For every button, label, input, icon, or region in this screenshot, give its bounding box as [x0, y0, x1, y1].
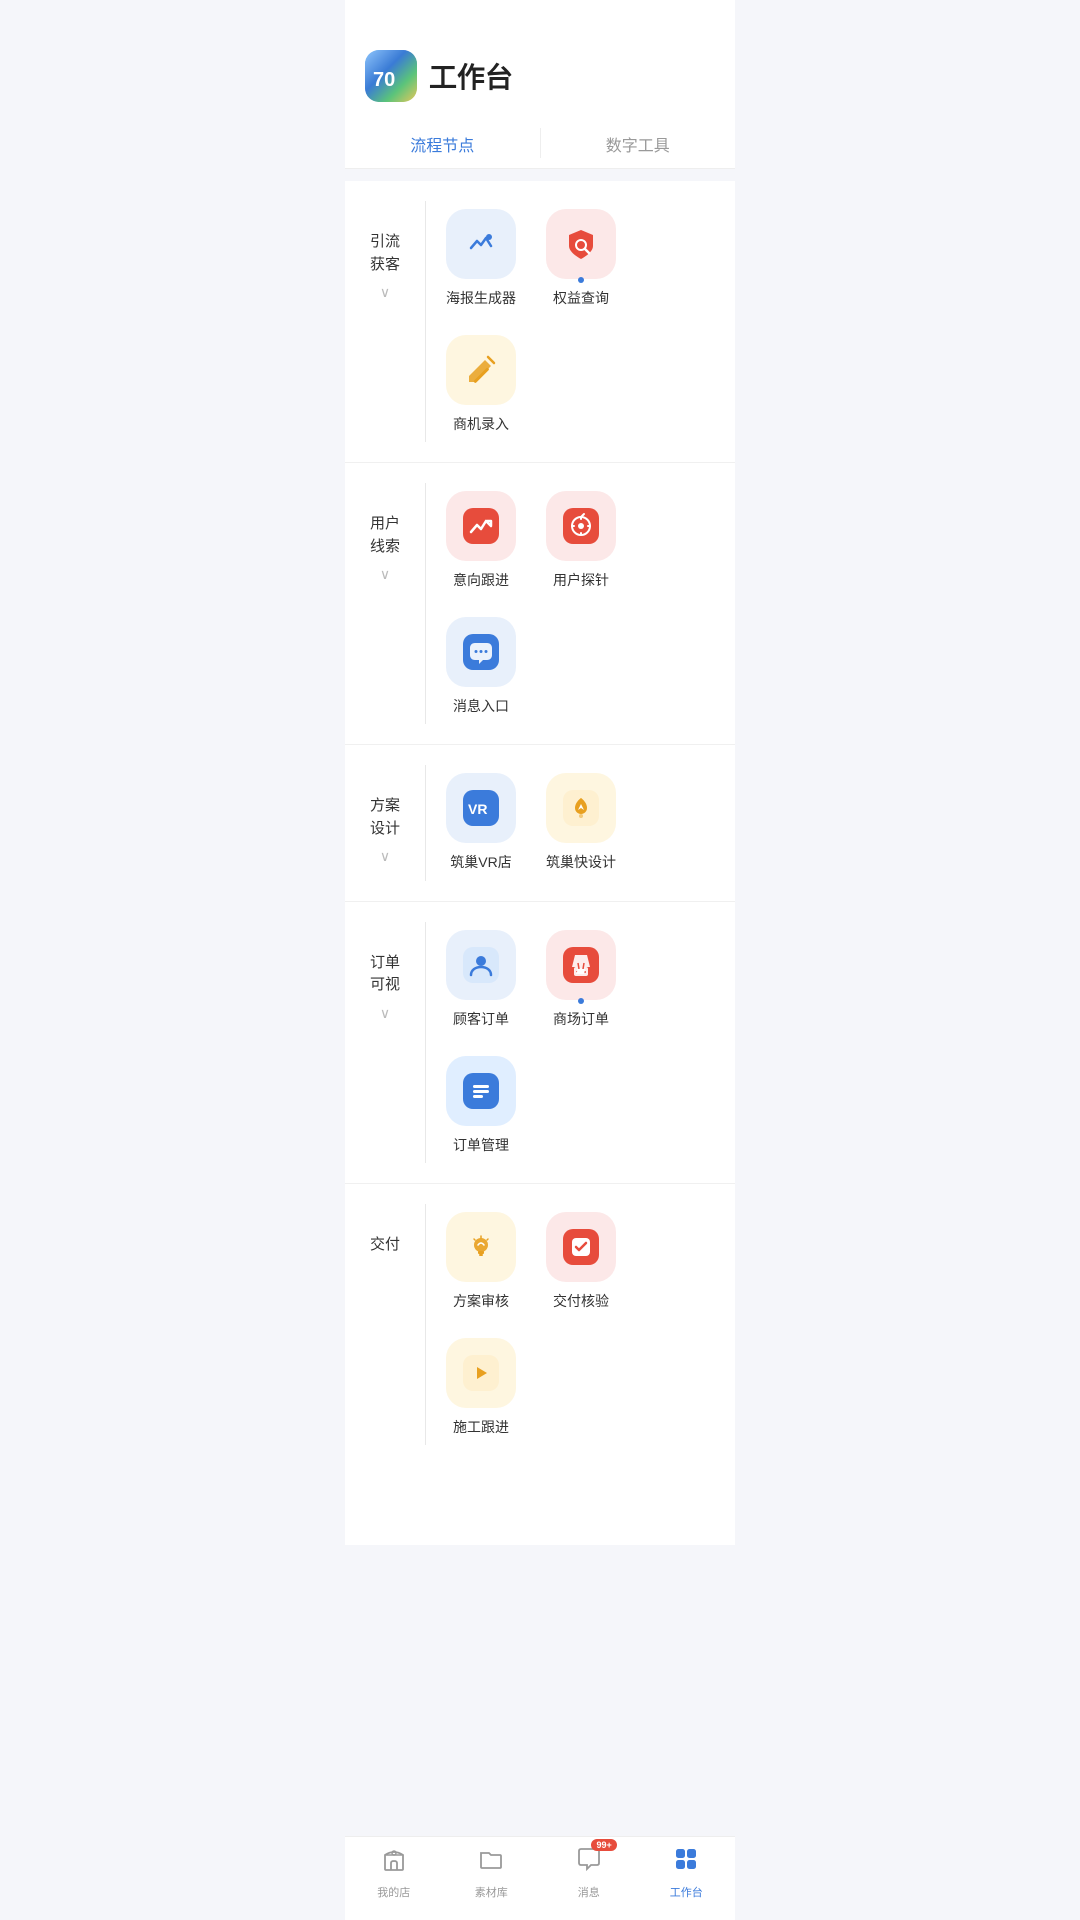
- tab-flow[interactable]: 流程节点: [345, 118, 540, 168]
- poster-icon-bg: [446, 209, 516, 279]
- materials-label: 素材库: [475, 1884, 508, 1900]
- leads-items: 意向跟进 用户探针: [426, 483, 735, 724]
- quick-design-icon-bg: [546, 773, 616, 843]
- tool-customer-order[interactable]: 顾客订单: [436, 922, 526, 1038]
- page-title: 工作台: [429, 56, 513, 96]
- workbench-label: 工作台: [670, 1884, 703, 1900]
- svg-text:70: 70: [373, 69, 395, 91]
- section-delivery: 交付 方案审核: [345, 1184, 735, 1465]
- tool-opportunity[interactable]: 商机录入: [436, 327, 526, 443]
- order-items: 顾客订单: [426, 922, 735, 1163]
- tool-probe[interactable]: 用户探针: [536, 483, 626, 599]
- order-manage-icon-bg: [446, 1056, 516, 1126]
- message-icon-bg: [446, 617, 516, 687]
- opportunity-icon-bg: [446, 335, 516, 405]
- order-label: 订单可视: [370, 952, 400, 997]
- mall-order-dot: [578, 998, 584, 1004]
- section-design: 方案设计 ∨ VR 筑巢VR店: [345, 745, 735, 902]
- delivery-items: 方案审核 交付核验: [426, 1204, 735, 1445]
- order-manage-label: 订单管理: [453, 1136, 509, 1156]
- attract-chevron[interactable]: ∨: [380, 284, 390, 301]
- tool-check-box[interactable]: 交付核验: [536, 1204, 626, 1320]
- leads-label: 用户线索: [370, 513, 400, 558]
- tabs-bar: 流程节点 数字工具: [345, 118, 735, 169]
- section-attract: 引流获客 ∨ 海报生成器: [345, 181, 735, 463]
- delivery-label: 交付: [370, 1234, 400, 1257]
- nav-messages[interactable]: 99+ 消息: [540, 1845, 638, 1900]
- mall-order-label: 商场订单: [553, 1010, 609, 1030]
- tool-mall-order[interactable]: 商场订单: [536, 922, 626, 1038]
- section-label-order: 订单可视 ∨: [345, 922, 425, 1022]
- nav-materials[interactable]: 素材库: [443, 1845, 541, 1900]
- bulb-icon-bg: [446, 1212, 516, 1282]
- mall-order-icon-bg: [546, 930, 616, 1000]
- leads-chevron[interactable]: ∨: [380, 566, 390, 583]
- section-label-leads: 用户线索 ∨: [345, 483, 425, 583]
- bottom-nav: 我的店 素材库 99+ 消息 工作台: [345, 1836, 735, 1920]
- tool-message[interactable]: 消息入口: [436, 609, 526, 725]
- nav-workbench[interactable]: 工作台: [638, 1845, 736, 1900]
- order-chevron[interactable]: ∨: [380, 1005, 390, 1022]
- tool-intention[interactable]: 意向跟进: [436, 483, 526, 599]
- rights-dot: [578, 277, 584, 283]
- tool-poster[interactable]: 海报生成器: [436, 201, 526, 317]
- vr-shop-icon-bg: VR: [446, 773, 516, 843]
- tool-order-manage[interactable]: 订单管理: [436, 1048, 526, 1164]
- section-label-delivery: 交付: [345, 1204, 425, 1257]
- tool-rights[interactable]: 权益查询: [536, 201, 626, 317]
- content-area: 引流获客 ∨ 海报生成器: [345, 181, 735, 1545]
- design-chevron[interactable]: ∨: [380, 848, 390, 865]
- svg-text:VR: VR: [468, 801, 487, 817]
- tool-arrow-right[interactable]: 施工跟进: [436, 1330, 526, 1446]
- check-box-label: 交付核验: [553, 1292, 609, 1312]
- chat-bubble-icon: 99+: [575, 1845, 603, 1880]
- check-box-icon-bg: [546, 1212, 616, 1282]
- section-leads: 用户线索 ∨ 意向跟进: [345, 463, 735, 745]
- avatar[interactable]: 70: [365, 50, 417, 102]
- arrow-right-icon-bg: [446, 1338, 516, 1408]
- vr-shop-label: 筑巢VR店: [450, 853, 511, 873]
- probe-icon-bg: [546, 491, 616, 561]
- rights-label: 权益查询: [553, 289, 609, 309]
- customer-order-label: 顾客订单: [453, 1010, 509, 1030]
- tool-bulb[interactable]: 方案审核: [436, 1204, 526, 1320]
- message-label: 消息入口: [453, 697, 509, 717]
- messages-label: 消息: [578, 1884, 600, 1900]
- intention-icon-bg: [446, 491, 516, 561]
- nav-my-shop[interactable]: 我的店: [345, 1845, 443, 1900]
- section-order: 订单可视 ∨ 顾客订单: [345, 902, 735, 1184]
- section-label-design: 方案设计 ∨: [345, 765, 425, 865]
- section-label-attract: 引流获客 ∨: [345, 201, 425, 301]
- intention-label: 意向跟进: [453, 571, 509, 591]
- design-label: 方案设计: [370, 795, 400, 840]
- rights-icon-bg: [546, 209, 616, 279]
- folder-icon: [477, 1845, 505, 1880]
- header: 70 工作台: [345, 0, 735, 118]
- my-shop-label: 我的店: [377, 1884, 410, 1900]
- tab-digital[interactable]: 数字工具: [541, 118, 736, 168]
- attract-items: 海报生成器 权益查询: [426, 201, 735, 442]
- shop-icon: [380, 1845, 408, 1880]
- arrow-right-label: 施工跟进: [453, 1418, 509, 1438]
- attract-label: 引流获客: [370, 231, 400, 276]
- grid-icon: [672, 1845, 700, 1880]
- poster-label: 海报生成器: [446, 289, 516, 309]
- messages-badge: 99+: [591, 1839, 616, 1851]
- tool-quick-design[interactable]: 筑巢快设计: [536, 765, 626, 881]
- customer-order-icon-bg: [446, 930, 516, 1000]
- quick-design-label: 筑巢快设计: [546, 853, 616, 873]
- tool-vr-shop[interactable]: VR 筑巢VR店: [436, 765, 526, 881]
- probe-label: 用户探针: [553, 571, 609, 591]
- bulb-label: 方案审核: [453, 1292, 509, 1312]
- opportunity-label: 商机录入: [453, 415, 509, 435]
- design-items: VR 筑巢VR店 筑巢快设计: [426, 765, 735, 881]
